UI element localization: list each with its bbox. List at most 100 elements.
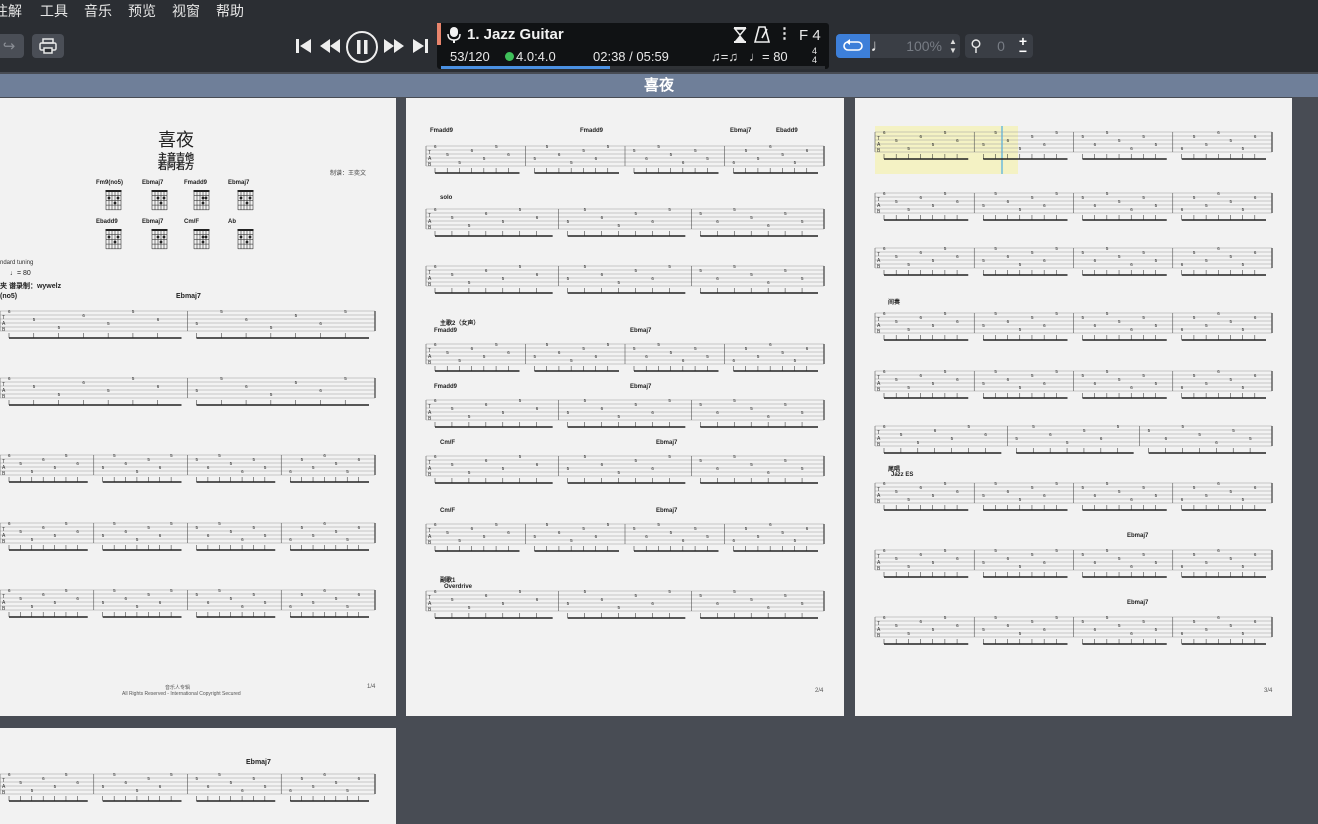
svg-text:5: 5: [1229, 556, 1232, 561]
svg-text:5: 5: [113, 588, 116, 593]
redo-button[interactable]: ↪: [0, 34, 24, 58]
svg-text:5: 5: [1031, 315, 1034, 320]
svg-text:6: 6: [485, 402, 488, 407]
svg-text:5: 5: [982, 203, 985, 208]
pause-button[interactable]: [345, 30, 379, 64]
svg-text:6: 6: [1254, 315, 1257, 320]
svg-text:5: 5: [534, 156, 537, 161]
speed-stepper[interactable]: ▲ ▼: [946, 34, 960, 58]
svg-text:5: 5: [1142, 195, 1145, 200]
fast-forward-icon: [384, 39, 404, 53]
fast-forward-button[interactable]: [382, 36, 406, 56]
chord-label: Ebmaj7: [246, 759, 271, 766]
go-to-start-button[interactable]: [294, 36, 314, 56]
svg-text:5: 5: [31, 604, 34, 609]
metronome-icon[interactable]: [753, 26, 771, 43]
svg-text:6: 6: [1217, 548, 1220, 553]
svg-text:B: B: [2, 327, 6, 333]
swing-indicator[interactable]: ♫=♫: [711, 49, 738, 64]
rewind-button[interactable]: [318, 36, 342, 56]
go-to-end-button[interactable]: [410, 36, 430, 56]
menu-annotate[interactable]: 注解: [0, 1, 30, 21]
transpose-field[interactable]: 0: [987, 34, 1015, 58]
tuning-fork-icon[interactable]: ⚲: [965, 34, 987, 58]
svg-text:6: 6: [82, 313, 85, 318]
menu-tools[interactable]: 工具: [32, 1, 76, 21]
svg-text:6: 6: [1130, 385, 1133, 390]
svg-text:5: 5: [801, 219, 804, 224]
svg-text:5: 5: [102, 533, 105, 538]
svg-text:6: 6: [883, 130, 886, 135]
svg-text:5: 5: [668, 398, 671, 403]
svg-text:6: 6: [207, 465, 210, 470]
svg-text:6: 6: [733, 358, 736, 363]
svg-text:5: 5: [1205, 493, 1208, 498]
score-page-1[interactable]: 喜夜 主音吉他 若阿若方 制谱：王奕文 Fm9(no5) Ebmaj7 Fmadd9…: [0, 98, 396, 716]
score-page-2[interactable]: TAB6556556556556556556556556556TAB655655…: [406, 98, 844, 716]
svg-text:6: 6: [1043, 381, 1046, 386]
svg-text:5: 5: [784, 593, 787, 598]
tempo-indicator[interactable]: ♩= 80: [749, 49, 788, 64]
hourglass-icon[interactable]: [733, 27, 747, 43]
svg-text:5: 5: [584, 207, 587, 212]
svg-text:5: 5: [567, 601, 570, 606]
svg-text:6: 6: [682, 160, 685, 165]
svg-text:B: B: [428, 540, 432, 546]
chevron-down-icon: ▼: [949, 46, 957, 55]
more-options-icon[interactable]: ⋮: [777, 24, 792, 42]
svg-text:5: 5: [907, 497, 910, 502]
svg-text:5: 5: [1155, 142, 1158, 147]
svg-text:5: 5: [1242, 385, 1245, 390]
svg-text:6: 6: [358, 776, 361, 781]
svg-text:5: 5: [1083, 428, 1086, 433]
svg-text:6: 6: [125, 596, 128, 601]
print-button[interactable]: [32, 34, 64, 58]
score-page-3[interactable]: TAB6556556556556556556556556556TAB655655…: [855, 98, 1292, 716]
svg-text:6: 6: [434, 522, 437, 527]
svg-text:5: 5: [335, 529, 338, 534]
loop-button[interactable]: [836, 34, 870, 58]
note-icon: ♩: [870, 36, 888, 55]
menu-window[interactable]: 视窗: [164, 1, 208, 21]
svg-text:5: 5: [1142, 619, 1145, 624]
svg-text:5: 5: [252, 592, 255, 597]
svg-text:6: 6: [651, 276, 654, 281]
svg-text:5: 5: [1242, 497, 1245, 502]
svg-text:5: 5: [733, 454, 736, 459]
tab-staves: TAB6556556556556556556556556556TAB655655…: [874, 130, 1273, 645]
svg-text:5: 5: [132, 376, 135, 381]
svg-text:6: 6: [1007, 319, 1010, 324]
menu-music[interactable]: 音乐: [76, 1, 120, 21]
svg-text:5: 5: [784, 211, 787, 216]
svg-text:6: 6: [157, 317, 160, 322]
svg-text:5: 5: [1229, 319, 1232, 324]
svg-text:6: 6: [82, 380, 85, 385]
svg-text:6: 6: [1181, 207, 1184, 212]
svg-text:5: 5: [733, 589, 736, 594]
score-page-4[interactable]: TAB6556556556556556556556556556 Ebmaj7: [0, 728, 396, 824]
time-signature: 44: [812, 46, 818, 65]
svg-text:5: 5: [65, 453, 68, 458]
menu-help[interactable]: 帮助: [208, 1, 252, 21]
svg-text:6: 6: [1043, 258, 1046, 263]
svg-text:5: 5: [230, 529, 233, 534]
svg-text:5: 5: [1019, 631, 1022, 636]
transpose-stepper[interactable]: + −: [1015, 34, 1031, 58]
playback-speed-field[interactable]: 100%: [888, 34, 946, 58]
svg-text:6: 6: [1130, 497, 1133, 502]
menu-preview[interactable]: 预览: [120, 1, 164, 21]
svg-text:6: 6: [920, 195, 923, 200]
svg-text:5: 5: [634, 593, 637, 598]
svg-text:5: 5: [907, 631, 910, 636]
playback-progress-bar[interactable]: [441, 66, 825, 69]
svg-text:5: 5: [1031, 552, 1034, 557]
svg-text:B: B: [2, 394, 6, 400]
svg-text:5: 5: [794, 538, 797, 543]
svg-text:5: 5: [733, 398, 736, 403]
svg-text:5: 5: [1142, 250, 1145, 255]
svg-text:6: 6: [601, 215, 604, 220]
track-title[interactable]: 1. Jazz Guitar: [467, 26, 564, 43]
svg-text:6: 6: [471, 526, 474, 531]
svg-text:6: 6: [1130, 564, 1133, 569]
svg-text:6: 6: [956, 254, 959, 259]
